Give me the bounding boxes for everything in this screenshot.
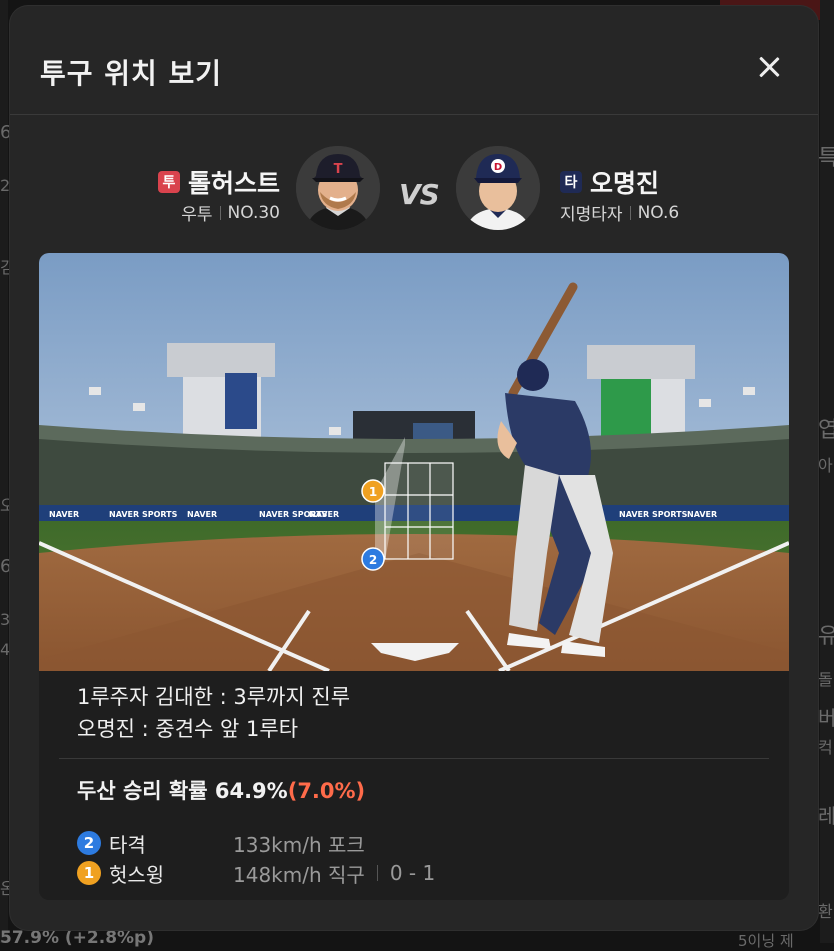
pitch-marker-1: 1	[361, 479, 385, 503]
pitch-result: 헛스윙	[109, 862, 165, 887]
play-description: 1루주자 김대한 : 3루까지 진루 오명진 : 중견수 앞 1루타	[77, 681, 350, 745]
pitcher-name: 톨허스트	[187, 169, 280, 198]
background-fragment: 4	[0, 640, 11, 659]
ad-board-text: NAVER SPORTS	[109, 510, 178, 519]
pitch-count: 0 - 1	[389, 861, 436, 885]
win-probability-label: 두산 승리 확률 64.9%	[77, 779, 288, 803]
batter-number: NO.6	[637, 202, 680, 223]
background-fragment: 레	[818, 804, 834, 828]
background-fragment: 특	[818, 146, 834, 171]
ad-board-text: NAVER	[309, 510, 339, 519]
matchup: 투 톨허스트 우투 NO.30 T VS D 타 오명진 지명타자 NO.6	[10, 136, 818, 236]
play-line-2: 오명진 : 중견수 앞 1루타	[77, 717, 299, 741]
pitch-speed-type: 133km/h 포크	[233, 832, 365, 857]
pitch-number-badge: 1	[77, 861, 101, 885]
background-fragment: 버	[818, 706, 834, 730]
pitcher-avatar: T	[296, 146, 380, 230]
pitch-marker-label: 2	[369, 553, 377, 567]
ad-board-text: NAVER	[49, 510, 79, 519]
pitcher-number: NO.30	[227, 202, 280, 223]
pitcher-badge: 투	[157, 171, 180, 193]
divider	[59, 758, 769, 759]
pitch-row: 1 헛스윙 148km/h 직구 0 - 1	[77, 858, 777, 888]
background-fragment: 2	[0, 176, 11, 195]
pitch-card: NAVER NAVER SPORTS NAVER NAVER SPORTS NA…	[39, 253, 789, 900]
pitch-row: 2 타격 133km/h 포크	[77, 828, 777, 858]
modal-title: 투구 위치 보기	[40, 57, 223, 90]
batter-avatar: D	[456, 146, 540, 230]
pitch-speed-type: 148km/h 직구	[233, 862, 365, 887]
background-fragment: 환	[818, 902, 833, 921]
background-inning: 5이닝 제	[738, 932, 794, 950]
pitch-list: 2 타격 133km/h 포크 1 헛스윙 148km/h 직구 0 - 1	[77, 828, 777, 888]
ad-board-text: NAVER SPORTS	[619, 510, 688, 519]
batter-position: 지명타자	[560, 205, 623, 225]
pitch-number-badge: 2	[77, 831, 101, 855]
batter-name: 오명진	[590, 169, 660, 198]
pitch-location-modal: 투구 위치 보기 투 톨허스트 우투 NO.30 T VS D 타 오명진 지명…	[10, 6, 818, 930]
win-probability-delta: (7.0%)	[287, 779, 366, 803]
background-fragment: 3	[0, 610, 11, 629]
background-fragment: 돌	[818, 670, 833, 689]
ad-board-text: NAVER	[687, 510, 717, 519]
background-fragment: 엽	[818, 418, 834, 443]
batter-badge: 타	[560, 171, 582, 193]
background-fragment: 유	[818, 624, 834, 649]
pitch-marker-2: 2	[361, 547, 385, 571]
background-win-prob: 57.9% (+2.8%p)	[0, 928, 154, 948]
pitch-result: 타격	[109, 832, 146, 857]
stadium-scene: NAVER NAVER SPORTS NAVER NAVER SPORTS NA…	[39, 253, 789, 671]
win-probability: 두산 승리 확률 64.9%(7.0%)	[77, 775, 365, 805]
modal-header: 투구 위치 보기	[10, 6, 818, 115]
light-tower-right	[587, 345, 695, 437]
svg-text:D: D	[494, 162, 502, 173]
pitcher-hand: 우투	[181, 205, 213, 225]
ad-board-text: NAVER	[187, 510, 217, 519]
close-icon[interactable]	[754, 52, 784, 82]
batter-info: D 타 오명진 지명타자 NO.6	[450, 136, 710, 230]
svg-text:T: T	[334, 162, 343, 177]
pitcher-info: 투 톨허스트 우투 NO.30 T	[130, 136, 380, 230]
background-fragment: 컥	[818, 738, 833, 757]
pitch-marker-label: 1	[369, 485, 377, 499]
background-fragment: 아	[818, 456, 833, 475]
light-tower-left	[167, 343, 275, 437]
vs-label: VS	[399, 178, 440, 211]
play-line-1: 1루주자 김대한 : 3루까지 진루	[77, 685, 351, 709]
